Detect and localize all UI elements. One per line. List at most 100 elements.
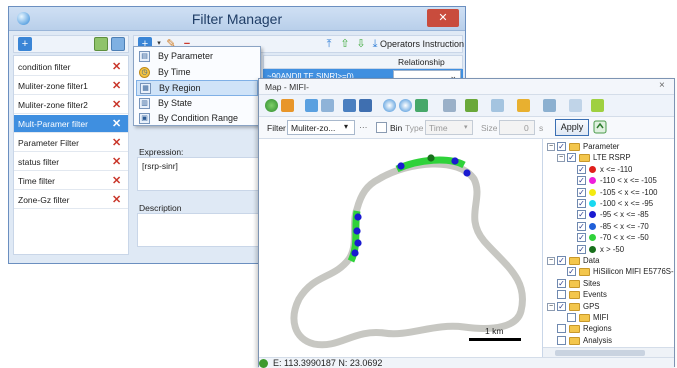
tree-node[interactable]: − ✓ GPS: [547, 301, 673, 314]
tree-checkbox[interactable]: ✓: [577, 164, 586, 174]
collapse-icon[interactable]: −: [547, 257, 555, 265]
tree-checkbox[interactable]: ✓: [577, 199, 586, 208]
map-titlebar[interactable]: Map - MIFI- ×: [259, 79, 674, 95]
legend-item[interactable]: ✓ x <= -110: [547, 164, 673, 177]
tree-scrollbar[interactable]: [543, 347, 674, 357]
type-select[interactable]: Time ▾: [425, 120, 473, 135]
frame-icon[interactable]: [543, 99, 556, 112]
filter-select[interactable]: Muliter-zo... ▾: [287, 120, 355, 135]
select-icon[interactable]: [359, 99, 372, 112]
tree-checkbox[interactable]: ✓: [577, 210, 586, 220]
export-map-icon[interactable]: [591, 99, 604, 112]
delete-filter-icon[interactable]: ✕: [112, 79, 121, 92]
apply-button[interactable]: Apply: [555, 119, 589, 136]
settings-icon[interactable]: [569, 99, 582, 112]
tree-checkbox[interactable]: ✓: [567, 153, 576, 163]
delete-filter-icon[interactable]: ✕: [112, 60, 121, 73]
size-stepper[interactable]: 0: [499, 120, 535, 135]
zoom-in-icon[interactable]: [383, 99, 396, 112]
tree-checkbox[interactable]: ✓: [567, 267, 576, 277]
filter-list-item[interactable]: status filter ✕: [14, 153, 128, 171]
tree-checkbox[interactable]: ✓: [577, 187, 586, 197]
move-top-icon[interactable]: ⤒: [322, 37, 336, 51]
paint-icon[interactable]: [465, 99, 478, 112]
table-icon[interactable]: [321, 99, 334, 112]
delete-filter-icon[interactable]: ✕: [112, 155, 121, 168]
site-icon[interactable]: [491, 99, 504, 112]
import-icon[interactable]: [94, 37, 108, 51]
menu-item[interactable]: ▤ By Parameter: [136, 49, 258, 65]
measure-icon[interactable]: [443, 99, 456, 112]
legend-item[interactable]: ✓ x > -50: [547, 244, 673, 257]
tree-checkbox[interactable]: [557, 335, 566, 345]
tree-checkbox[interactable]: ✓: [577, 176, 586, 186]
delete-filter-icon[interactable]: ✕: [112, 193, 121, 206]
menu-item[interactable]: ▥ By State: [136, 96, 258, 112]
tree-checkbox[interactable]: [557, 290, 566, 300]
tree-node[interactable]: − ✓ LTE RSRP: [547, 153, 673, 165]
tree-checkbox[interactable]: ✓: [557, 142, 566, 151]
layer-icon[interactable]: [281, 99, 294, 112]
export-icon[interactable]: [111, 37, 125, 51]
chart-icon[interactable]: [305, 99, 318, 112]
tree-node[interactable]: ✓ Sites: [547, 278, 673, 291]
tree-checkbox[interactable]: [567, 313, 576, 322]
legend-item[interactable]: ✓ -95 < x <= -85: [547, 210, 673, 222]
delete-filter-icon[interactable]: ✕: [112, 174, 121, 187]
tree-node[interactable]: Analysis: [547, 335, 673, 348]
tree-checkbox[interactable]: ✓: [577, 244, 586, 254]
filter-more-button[interactable]: ···: [359, 122, 368, 132]
tree-node[interactable]: − ✓ Data: [547, 256, 673, 268]
filter-list-item[interactable]: Zone-Gz filter ✕: [14, 191, 128, 209]
collapse-icon[interactable]: −: [547, 143, 555, 151]
delete-filter-icon[interactable]: ✕: [112, 98, 121, 111]
globe-icon[interactable]: [265, 99, 278, 112]
legend-item[interactable]: ✓ -100 < x <= -95: [547, 199, 673, 211]
legend-item[interactable]: ✓ -70 < x <= -50: [547, 233, 673, 245]
tree-node[interactable]: Regions: [547, 324, 673, 336]
refresh-icon[interactable]: [593, 120, 607, 134]
delete-filter-icon[interactable]: ✕: [112, 136, 121, 149]
delete-filter-icon[interactable]: ✕: [112, 117, 121, 130]
filter-list-item[interactable]: Muliter-zone filter1 ✕: [14, 77, 128, 95]
move-up-icon[interactable]: ⇧: [338, 37, 352, 51]
filter-list-item[interactable]: Parameter Filter ✕: [14, 134, 128, 152]
menu-item[interactable]: ▣ By Condition Range: [136, 111, 258, 127]
legend-item[interactable]: ✓ -105 < x <= -100: [547, 187, 673, 200]
add-filter-icon[interactable]: +: [18, 37, 32, 51]
tree-scrollbar-thumb[interactable]: [555, 350, 645, 356]
legend-item[interactable]: ✓ -110 < x <= -105: [547, 176, 673, 188]
tree-node[interactable]: ✓ HiSilicon MIFI E5776S-: [547, 267, 674, 279]
grid-icon[interactable]: [517, 99, 530, 112]
bin-checkbox[interactable]: [376, 122, 387, 133]
zoom-out-icon[interactable]: [399, 99, 412, 112]
menu-item[interactable]: ◷ By Time: [136, 65, 258, 81]
pan-icon[interactable]: [343, 99, 356, 112]
tree-checkbox[interactable]: ✓: [557, 301, 566, 311]
filter-list-item[interactable]: Time filter ✕: [14, 172, 128, 190]
legend-item[interactable]: ✓ -85 < x <= -70: [547, 221, 673, 234]
filter-list-item[interactable]: condition filter ✕: [14, 58, 128, 76]
tree-checkbox[interactable]: [557, 324, 566, 334]
tree-checkbox[interactable]: ✓: [577, 233, 586, 243]
menu-item[interactable]: ▦ By Region: [136, 80, 258, 96]
move-down-icon[interactable]: ⇩: [354, 37, 368, 51]
tree-checkbox[interactable]: ✓: [557, 278, 566, 288]
close-button[interactable]: ✕: [427, 9, 459, 27]
collapse-icon[interactable]: −: [547, 302, 555, 311]
tree-node[interactable]: − ✓ Parameter: [547, 142, 673, 154]
map-canvas[interactable]: 1 km: [259, 139, 538, 357]
collapse-icon[interactable]: −: [557, 154, 565, 163]
tree-node[interactable]: Events: [547, 290, 673, 302]
filter-manager-titlebar[interactable]: Filter Manager ✕: [9, 7, 465, 31]
tree-checkbox[interactable]: ✓: [557, 256, 566, 265]
description-field[interactable]: [137, 213, 267, 247]
operators-instruction-link[interactable]: Operators Instruction: [380, 39, 464, 49]
filter-list-item[interactable]: Mult-Paramer filter ✕: [14, 115, 128, 133]
fit-icon[interactable]: [415, 99, 428, 112]
expression-field[interactable]: [rsrp-sinr]: [137, 157, 267, 191]
filter-list-item[interactable]: Muliter-zone filter2 ✕: [14, 96, 128, 114]
close-icon[interactable]: ×: [659, 80, 665, 91]
tree-node[interactable]: MIFI: [547, 313, 673, 325]
tree-checkbox[interactable]: ✓: [577, 221, 586, 231]
